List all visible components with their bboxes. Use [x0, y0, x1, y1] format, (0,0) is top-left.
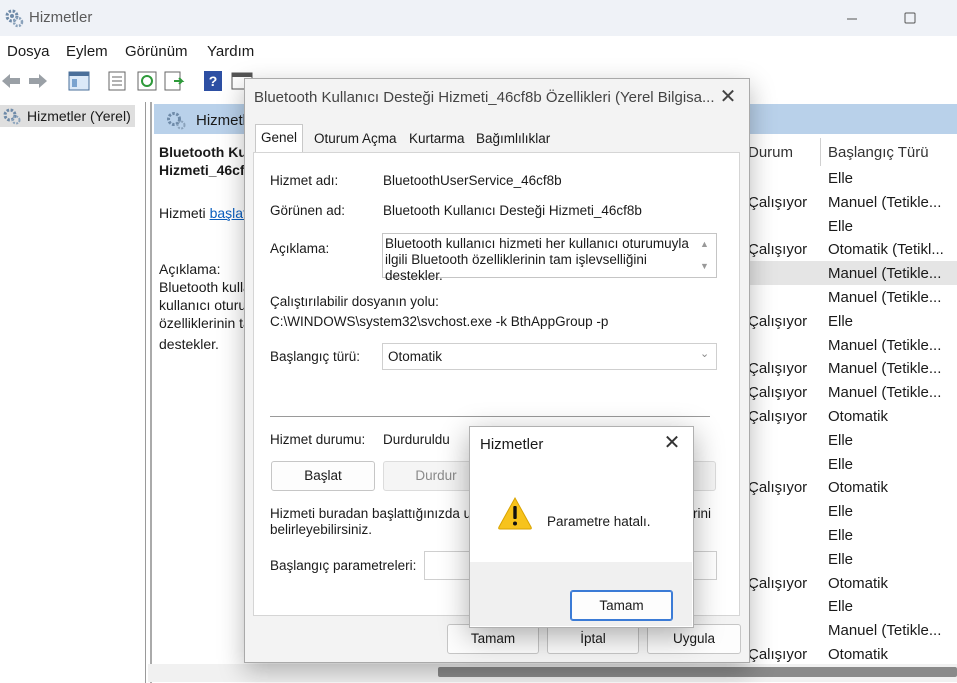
- menu-gorunum[interactable]: Görünüm: [125, 43, 188, 60]
- properties-dialog-title: Bluetooth Kullanıcı Desteği Hizmeti_46cf…: [254, 89, 715, 106]
- start-parameters-label: Başlangıç parametreleri:: [270, 558, 417, 573]
- refresh-icon[interactable]: [136, 70, 158, 92]
- description-line: Bluetooth kullanıcı hizmeti her kullanıc…: [385, 236, 689, 251]
- title-bar: [0, 0, 957, 36]
- startup-type-cell: Manuel (Tetikle...: [828, 337, 942, 354]
- startup-type-cell: Manuel (Tetikle...: [828, 360, 942, 377]
- hint-line-2: belirleyebilirsiniz.: [270, 522, 373, 537]
- startup-type-cell: Otomatik: [828, 646, 889, 663]
- column-header-status[interactable]: Durum: [748, 144, 793, 161]
- minimize-button[interactable]: [830, 4, 874, 32]
- status-cell: Çalışıyor: [748, 360, 808, 377]
- startup-type-cell: Manuel (Tetikle...: [828, 194, 942, 211]
- startup-type-cell: Elle: [828, 432, 854, 449]
- menu-dosya[interactable]: Dosya: [7, 43, 50, 60]
- separator: [270, 416, 710, 417]
- services-gear-icon: [3, 108, 21, 125]
- startup-type-cell: Otomatik: [828, 575, 889, 592]
- startup-type-cell: Manuel (Tetikle...: [828, 289, 942, 306]
- status-cell: Çalışıyor: [748, 194, 808, 211]
- forward-arrow-icon[interactable]: [27, 70, 49, 92]
- executable-path-label: Çalıştırılabilir dosyanın yolu:: [270, 294, 439, 309]
- startup-type-cell: Elle: [828, 313, 854, 330]
- maximize-button[interactable]: [888, 4, 932, 32]
- startup-type-cell: Otomatik: [828, 479, 889, 496]
- menu-yardim[interactable]: Yardım: [207, 43, 254, 60]
- svg-text:?: ?: [209, 73, 218, 89]
- properties-sheet-icon[interactable]: [106, 70, 128, 92]
- startup-type-label: Başlangıç türü:: [270, 349, 361, 364]
- status-cell: Çalışıyor: [748, 384, 808, 401]
- export-list-icon[interactable]: [163, 70, 185, 92]
- action-prefix: Hizmeti: [159, 205, 210, 221]
- status-cell: Çalışıyor: [748, 479, 808, 496]
- status-cell: Çalışıyor: [748, 241, 808, 258]
- start-button[interactable]: Başlat: [271, 461, 375, 491]
- back-arrow-icon[interactable]: [0, 70, 22, 92]
- startup-type-cell: Elle: [828, 527, 854, 544]
- description-line: ilgili Bluetooth özelliklerinin tam işle…: [385, 252, 647, 283]
- ok-button[interactable]: Tamam: [447, 624, 539, 654]
- executable-path-value: C:\WINDOWS\system32\svchost.exe -k BthAp…: [270, 314, 609, 329]
- warning-icon: [498, 496, 532, 530]
- description-label: Açıklama:: [159, 261, 221, 277]
- services-gear-icon: [167, 112, 186, 130]
- status-cell: Çalışıyor: [748, 646, 808, 663]
- tree-label: Hizmetler (Yerel): [27, 108, 131, 124]
- display-name-value: Bluetooth Kullanıcı Desteği Hizmeti_46cf…: [383, 203, 642, 218]
- display-name-label: Görünen ad:: [270, 203, 346, 218]
- close-icon[interactable]: ✕: [660, 432, 684, 454]
- startup-type-cell: Otomatik (Tetikl...: [828, 241, 944, 258]
- menu-bar: Dosya Eylem Görünüm Yardım: [0, 38, 957, 64]
- description-line: destekler.: [159, 336, 219, 352]
- startup-type-cell: Elle: [828, 456, 854, 473]
- apply-button[interactable]: Uygula: [647, 624, 741, 654]
- close-icon[interactable]: ✕: [716, 86, 740, 108]
- startup-type-value: Otomatik: [388, 349, 443, 364]
- status-cell: Çalışıyor: [748, 313, 808, 330]
- startup-type-cell: Elle: [828, 170, 854, 187]
- service-name-label: Hizmet adı:: [270, 173, 339, 188]
- chevron-down-icon: ⌄: [700, 348, 710, 360]
- description-text: Bluetooth kullanıcı hizmeti her kullanıc…: [385, 236, 695, 284]
- error-dialog-title: Hizmetler: [480, 436, 544, 453]
- tab-oturum-acma[interactable]: Oturum Açma: [309, 126, 402, 150]
- error-message: Parametre hatalı.: [547, 514, 651, 529]
- status-cell: Çalışıyor: [748, 408, 808, 425]
- tab-genel[interactable]: Genel: [255, 124, 304, 153]
- service-status-value: Durduruldu: [383, 432, 450, 447]
- hint-line-1: Hizmeti buradan başlattığınızda uy: [270, 506, 478, 521]
- error-ok-button[interactable]: Tamam: [570, 590, 673, 621]
- startup-type-cell: Elle: [828, 503, 854, 520]
- column-header-startup-type[interactable]: Başlangıç Türü: [828, 144, 929, 161]
- column-divider[interactable]: [820, 138, 821, 166]
- tab-bagimliliklar[interactable]: Bağımlılıklar: [471, 126, 555, 150]
- cancel-button[interactable]: İptal: [547, 624, 639, 654]
- startup-type-cell: Otomatik: [828, 408, 889, 425]
- window-title: Hizmetler: [29, 9, 93, 26]
- menu-eylem[interactable]: Eylem: [66, 43, 108, 60]
- scroll-up-arrow-icon[interactable]: ▲: [700, 239, 709, 249]
- description-label: Açıklama:: [270, 241, 330, 256]
- service-name-value: BluetoothUserService_46cf8b: [383, 173, 562, 188]
- services-gear-icon: [5, 9, 24, 28]
- startup-type-cell: Elle: [828, 218, 854, 235]
- show-console-tree-icon[interactable]: [68, 70, 90, 92]
- help-icon[interactable]: ?: [202, 70, 224, 92]
- startup-type-cell: Elle: [828, 598, 854, 615]
- tab-kurtarma[interactable]: Kurtarma: [404, 126, 470, 150]
- startup-type-cell: Manuel (Tetikle...: [828, 265, 942, 282]
- hint-line-1-tail: rini: [693, 506, 712, 521]
- horizontal-scrollbar-thumb[interactable]: [438, 667, 957, 677]
- status-cell: Çalışıyor: [748, 575, 808, 592]
- startup-type-cell: Manuel (Tetikle...: [828, 384, 942, 401]
- service-status-label: Hizmet durumu:: [270, 432, 366, 447]
- startup-type-cell: Elle: [828, 551, 854, 568]
- console-tree: [0, 102, 146, 683]
- startup-type-cell: Manuel (Tetikle...: [828, 622, 942, 639]
- scroll-down-arrow-icon[interactable]: ▼: [700, 261, 709, 271]
